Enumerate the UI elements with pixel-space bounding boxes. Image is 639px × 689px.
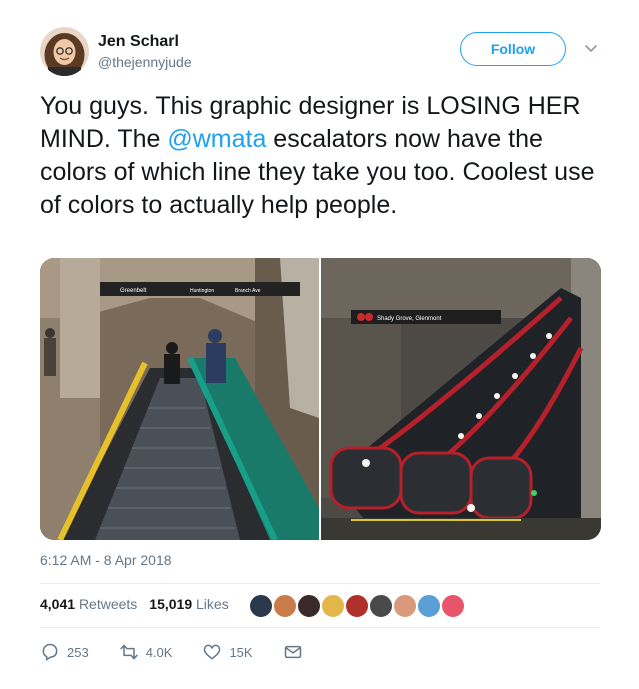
divider-bottom xyxy=(40,627,600,628)
retweet-stat[interactable]: 4,041 Retweets xyxy=(40,596,137,612)
action-bar: 253 4.0K 15K xyxy=(40,642,333,662)
tweet-media: Greenbelt Huntington Branch Ave Shady Gr… xyxy=(40,258,601,540)
envelope-icon xyxy=(284,645,301,659)
photo-escalator-yellow[interactable]: Greenbelt Huntington Branch Ave xyxy=(40,258,319,540)
liker-avatar[interactable] xyxy=(344,593,370,619)
follow-button[interactable]: Follow xyxy=(460,32,566,66)
mention-link[interactable]: @wmata xyxy=(167,125,266,153)
heart-icon xyxy=(204,644,221,660)
liker-avatar[interactable] xyxy=(440,593,466,619)
reply-button[interactable]: 253 xyxy=(40,642,89,662)
direct-message-button[interactable] xyxy=(283,642,303,662)
photo-escalator-red[interactable]: Shady Grove, Glenmont xyxy=(321,258,601,540)
sign-text-shady-grove: Shady Grove, Glenmont xyxy=(377,316,442,322)
liker-avatar[interactable] xyxy=(272,593,298,619)
author-handle[interactable]: @thejennyjude xyxy=(98,54,192,70)
chevron-down-icon[interactable] xyxy=(583,41,599,57)
author-avatar[interactable] xyxy=(40,27,89,76)
liker-avatar[interactable] xyxy=(368,593,394,619)
tweet-timestamp[interactable]: 6:12 AM - 8 Apr 2018 xyxy=(40,552,172,568)
like-stat[interactable]: 15,019 Likes xyxy=(149,596,228,612)
engagement-stats: 4,041 Retweets 15,019 Likes xyxy=(40,596,229,612)
reply-icon xyxy=(42,643,58,661)
liker-avatar[interactable] xyxy=(416,593,442,619)
author-name[interactable]: Jen Scharl xyxy=(98,33,179,51)
tweet-card: Jen Scharl @thejennyjude Follow You guys… xyxy=(0,0,639,689)
divider-top xyxy=(40,583,600,584)
retweet-icon xyxy=(120,644,138,660)
retweet-label: Retweets xyxy=(78,596,138,612)
sign-text-huntington: Huntington xyxy=(190,288,214,294)
liker-avatar[interactable] xyxy=(248,593,274,619)
sign-text-branch-ave: Branch Ave xyxy=(235,288,261,294)
retweet-action-count: 4.0K xyxy=(145,644,173,660)
liker-avatar[interactable] xyxy=(320,593,346,619)
retweet-button[interactable]: 4.0K xyxy=(119,642,173,662)
liker-avatar[interactable] xyxy=(296,593,322,619)
like-label: Likes xyxy=(196,596,229,612)
tweet-text: You guys. This graphic designer is LOSIN… xyxy=(40,90,610,222)
like-count: 15,019 xyxy=(149,596,193,612)
liker-avatar[interactable] xyxy=(392,593,418,619)
retweet-count: 4,041 xyxy=(40,596,76,612)
like-button[interactable]: 15K xyxy=(202,642,253,662)
like-action-count: 15K xyxy=(229,644,253,660)
liker-avatars xyxy=(248,593,466,619)
sign-text-greenbelt: Greenbelt xyxy=(120,288,147,294)
reply-count: 253 xyxy=(67,644,89,660)
